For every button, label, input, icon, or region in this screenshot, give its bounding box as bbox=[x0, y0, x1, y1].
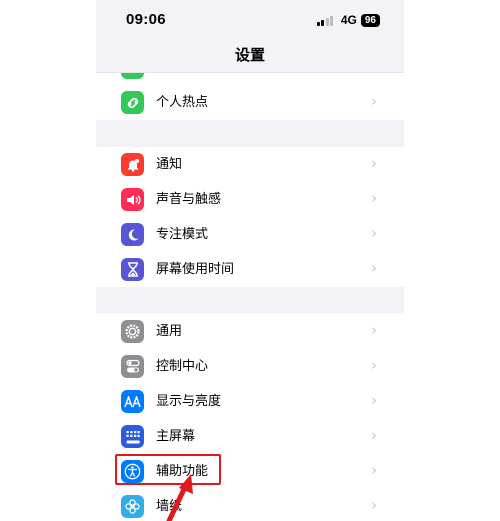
signal-icon bbox=[316, 15, 335, 26]
chevron-right-icon: › bbox=[371, 189, 377, 207]
chevron-right-icon: › bbox=[371, 92, 377, 110]
settings-group-notifications: 通知 › 声音与触感 › 专注模式 › 屏幕使用时间 › bbox=[96, 147, 404, 287]
settings-row-label: 个人热点 bbox=[156, 95, 209, 110]
network-type: 4G bbox=[340, 13, 357, 27]
settings-row-sounds[interactable]: 声音与触感 › bbox=[96, 182, 404, 217]
settings-row-label: 显示与亮度 bbox=[156, 394, 222, 409]
settings-row-label: 声音与触感 bbox=[156, 192, 222, 207]
settings-row-display[interactable]: 显示与亮度 › bbox=[96, 384, 404, 419]
chevron-right-icon: › bbox=[371, 496, 377, 514]
notification-icon bbox=[121, 153, 144, 176]
home-grid-icon bbox=[121, 425, 144, 448]
settings-row-label: 专注模式 bbox=[156, 227, 209, 242]
settings-group-general: 通用 › 控制中心 › 显示与亮度 › 主屏幕 › 辅助功能 › 墙纸 › bbox=[96, 314, 404, 521]
page-title: 设置 bbox=[234, 46, 265, 64]
chevron-right-icon: › bbox=[371, 259, 377, 277]
chevron-right-icon: › bbox=[371, 461, 377, 479]
text-size-icon bbox=[121, 390, 144, 413]
chevron-right-icon: › bbox=[371, 321, 377, 339]
settings-row-label: 通知 bbox=[156, 157, 183, 172]
settings-row-screen-time[interactable]: 屏幕使用时间 › bbox=[96, 252, 404, 287]
settings-row-control-center[interactable]: 控制中心 › bbox=[96, 349, 404, 384]
settings-row-label: 通用 bbox=[156, 324, 183, 339]
settings-row-hotspot[interactable]: 个人热点 › bbox=[96, 85, 404, 120]
status-time: 09:06 bbox=[126, 11, 166, 28]
hotspot-icon bbox=[121, 91, 144, 114]
settings-row-label: 控制中心 bbox=[156, 359, 209, 374]
pointer-arrow-icon bbox=[166, 474, 193, 521]
chevron-right-icon: › bbox=[371, 426, 377, 444]
flower-icon bbox=[121, 495, 144, 518]
chevron-right-icon: › bbox=[371, 391, 377, 409]
battery-badge: 96 bbox=[360, 13, 380, 27]
hourglass-icon bbox=[121, 258, 144, 281]
gear-icon bbox=[121, 320, 144, 343]
status-indicators: 4G 96 bbox=[316, 13, 380, 27]
chevron-right-icon: › bbox=[371, 224, 377, 242]
speaker-icon bbox=[121, 188, 144, 211]
settings-row-label: 主屏幕 bbox=[156, 429, 196, 444]
nav-bar: 设置 bbox=[96, 42, 404, 73]
settings-row-label: 屏幕使用时间 bbox=[156, 262, 235, 277]
settings-row-home-screen[interactable]: 主屏幕 › bbox=[96, 419, 404, 454]
chevron-right-icon: › bbox=[371, 356, 377, 374]
settings-screen: 09:06 4G 96 设置 蜂窝网络 › 个人热点 › bbox=[96, 0, 404, 521]
settings-row-general[interactable]: 通用 › bbox=[96, 314, 404, 349]
settings-row-notifications[interactable]: 通知 › bbox=[96, 147, 404, 182]
settings-row-wallpaper[interactable]: 墙纸 › bbox=[96, 489, 404, 521]
toggles-icon bbox=[121, 355, 144, 378]
moon-icon bbox=[121, 223, 144, 246]
settings-row-focus[interactable]: 专注模式 › bbox=[96, 217, 404, 252]
chevron-right-icon: › bbox=[371, 154, 377, 172]
status-bar: 09:06 4G 96 bbox=[96, 0, 404, 42]
